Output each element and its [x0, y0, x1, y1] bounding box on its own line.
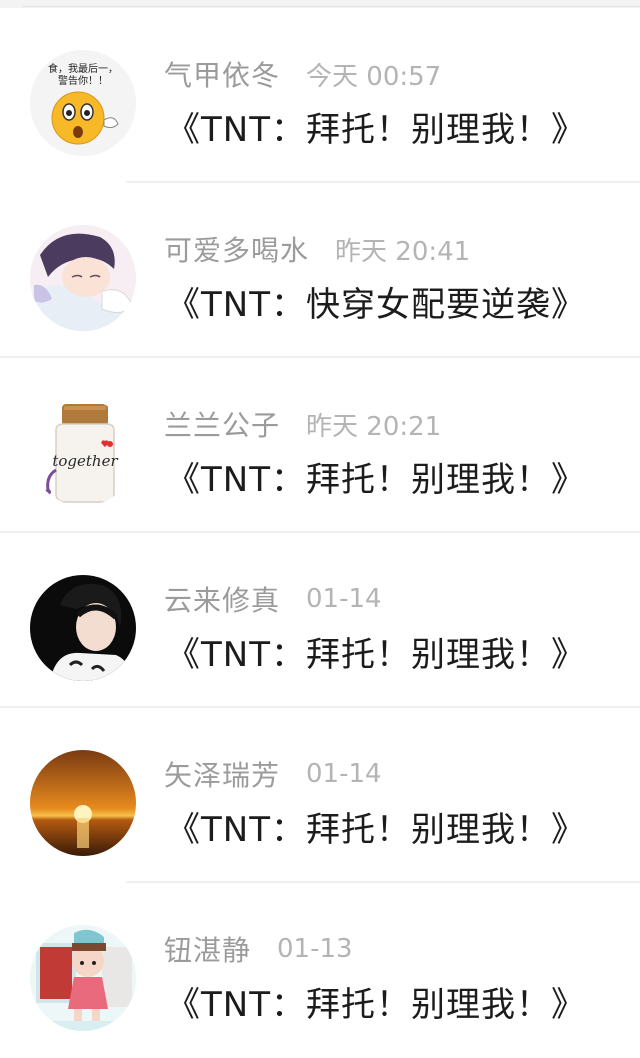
top-edge: [0, 0, 640, 8]
avatar-doll[interactable]: [30, 925, 136, 1031]
anime-character-icon: [30, 225, 136, 331]
comment-list: 食，我最后一， 警告你！！ 气甲依冬 今天 00:57 《TNT：拜托！别理我！…: [0, 8, 640, 1058]
comment-text[interactable]: 《TNT：拜托！别理我！》: [166, 452, 586, 501]
timestamp: 昨天 20:21: [306, 411, 442, 442]
username[interactable]: 钮湛静: [164, 929, 251, 969]
avatar-caption-line2: 警告你！！: [58, 74, 108, 87]
timestamp: 01-13: [277, 934, 353, 964]
comment-meta: 可爱多喝水 昨天 20:41: [164, 229, 470, 269]
jar-icon: together: [30, 400, 136, 506]
avatar-sunset[interactable]: [30, 750, 136, 856]
username[interactable]: 矢泽瑞芳: [164, 754, 280, 794]
username[interactable]: 兰兰公子: [164, 404, 280, 444]
comment-meta: 云来修真 01-14: [164, 579, 382, 619]
timestamp: 昨天 20:41: [335, 236, 471, 267]
timestamp: 01-14: [306, 759, 382, 789]
comment-text[interactable]: 《TNT：拜托！别理我！》: [166, 977, 586, 1026]
comment-item[interactable]: 云来修真 01-14 《TNT：拜托！别理我！》: [0, 533, 640, 708]
timestamp: 01-14: [306, 584, 382, 614]
comment-item[interactable]: 食，我最后一， 警告你！！ 气甲依冬 今天 00:57 《TNT：拜托！别理我！…: [0, 8, 640, 183]
jar-label: together: [52, 452, 118, 470]
comment-meta: 矢泽瑞芳 01-14: [164, 754, 382, 794]
person-photo-icon: [30, 575, 136, 681]
comment-item[interactable]: 矢泽瑞芳 01-14 《TNT：拜托！别理我！》: [0, 708, 640, 883]
avatar-anime-character[interactable]: [30, 225, 136, 331]
avatar-person-photo[interactable]: [30, 575, 136, 681]
username[interactable]: 气甲依冬: [164, 54, 280, 94]
comment-text[interactable]: 《TNT：拜托！别理我！》: [166, 802, 586, 851]
comment-text[interactable]: 《TNT：快穿女配要逆袭》: [166, 277, 586, 326]
comment-item[interactable]: 钮湛静 01-13 《TNT：拜托！别理我！》: [0, 883, 640, 1058]
comment-meta: 气甲依冬 今天 00:57: [164, 54, 441, 94]
username[interactable]: 可爱多喝水: [164, 229, 309, 269]
avatar-together-jar[interactable]: together: [30, 400, 136, 506]
sunset-icon: [30, 750, 136, 856]
comment-text[interactable]: 《TNT：拜托！别理我！》: [166, 627, 586, 676]
avatar-surprised-emoji[interactable]: 食，我最后一， 警告你！！: [30, 50, 136, 156]
timestamp: 今天 00:57: [306, 61, 442, 92]
comment-item[interactable]: 可爱多喝水 昨天 20:41 《TNT：快穿女配要逆袭》: [0, 183, 640, 358]
doll-icon: [30, 925, 136, 1031]
comment-text[interactable]: 《TNT：拜托！别理我！》: [166, 102, 586, 151]
comment-item[interactable]: together 兰兰公子 昨天 20:21 《TNT：拜托！别理我！》: [0, 358, 640, 533]
top-divider: [22, 6, 640, 7]
avatar-caption-line1: 食，我最后一，: [48, 62, 118, 75]
comment-meta: 兰兰公子 昨天 20:21: [164, 404, 441, 444]
surprised-emoji-icon: 食，我最后一， 警告你！！: [30, 50, 136, 156]
comment-meta: 钮湛静 01-13: [164, 929, 353, 969]
username[interactable]: 云来修真: [164, 579, 280, 619]
